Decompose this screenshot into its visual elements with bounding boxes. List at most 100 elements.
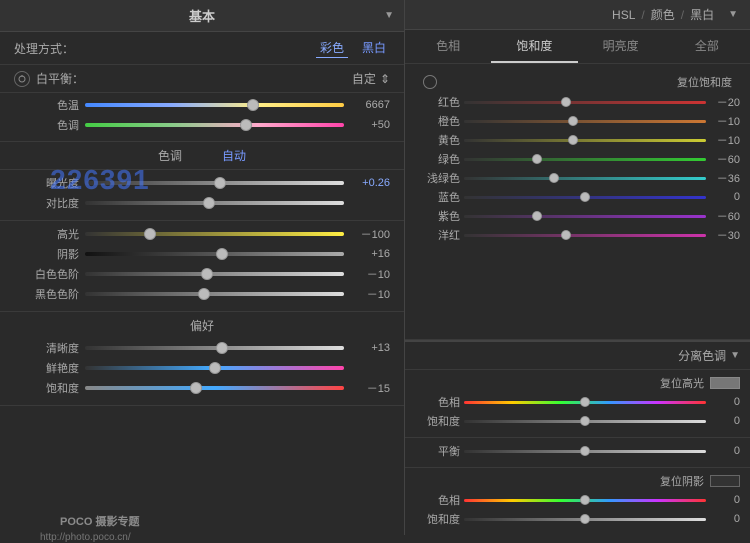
hsl-row-green: 绿色 －60 (415, 151, 740, 167)
split-header: 分离色调 ▼ (405, 342, 750, 370)
right-panel-header: HSL / 颜色 / 黑白 ▼ (405, 0, 750, 30)
highlight-sat-value: 0 (710, 415, 740, 427)
tab-luminance[interactable]: 明亮度 (578, 30, 664, 63)
hsl-slider-red[interactable] (464, 95, 706, 109)
white-slider[interactable] (85, 266, 344, 282)
hsl-label-red: 红色 (415, 94, 460, 110)
hsl-slider-green[interactable] (464, 152, 706, 166)
white-row: 白色色阶 －10 (14, 266, 390, 282)
shadow-slider[interactable] (85, 246, 344, 262)
prefer-section: 偏好 清晰度 +13 鲜艳度 饱和度 －15 (0, 312, 404, 406)
bw-label[interactable]: 黑白 (690, 6, 714, 23)
hsl-value-blue: 0 (710, 191, 740, 203)
hsl-row-purple: 紫色 －60 (415, 208, 740, 224)
process-bw[interactable]: 黑白 (358, 38, 390, 58)
contrast-slider[interactable] (85, 195, 344, 211)
shadow-sat-row: 饱和度 0 (415, 511, 740, 527)
shadow-split-title: 复位阴影 (660, 473, 704, 489)
hsl-slider-blue[interactable] (464, 190, 706, 204)
temp-row: 色温 6667 (14, 97, 390, 113)
tab-saturation[interactable]: 饱和度 (491, 30, 577, 63)
balance-row: 平衡 0 (415, 443, 740, 459)
black-slider[interactable] (85, 286, 344, 302)
hsl-row-aqua: 浅绿色 －36 (415, 170, 740, 186)
auto-button[interactable]: 自动 (222, 147, 246, 164)
color-label[interactable]: 颜色 (651, 6, 675, 23)
saturation-slider[interactable] (85, 380, 344, 396)
tab-all[interactable]: 全部 (664, 30, 750, 63)
wb-label: 白平衡： (36, 70, 84, 87)
exposure-slider[interactable] (85, 175, 344, 191)
tone-header: 色调 自动 (0, 141, 404, 170)
shadow-value: +16 (350, 248, 390, 260)
shadow-row: 阴影 +16 (14, 246, 390, 262)
shadow-sat-slider[interactable] (464, 512, 706, 526)
tint-label: 色调 (14, 117, 79, 133)
clarity-label: 清晰度 (14, 340, 79, 356)
vibrance-slider[interactable] (85, 360, 344, 376)
sep2: / (681, 8, 684, 22)
hsl-section-title: 复位饱和度 (677, 74, 732, 90)
balance-value: 0 (710, 445, 740, 457)
highlight-hue-slider[interactable] (464, 395, 706, 409)
hsl-label-green: 绿色 (415, 151, 460, 167)
temp-slider[interactable] (85, 97, 344, 113)
highlight-split-title: 复位高光 (660, 375, 704, 391)
hsl-row-orange: 橙色 －10 (415, 113, 740, 129)
watermark-url: http://photo.poco.cn/ (40, 532, 131, 543)
left-panel-arrow[interactable]: ▼ (384, 10, 394, 21)
highlight-row: 高光 －100 (14, 226, 390, 242)
wb-symbol[interactable]: ⇕ (380, 72, 390, 86)
shadow-split-header: 复位阴影 (415, 473, 740, 489)
tint-slider[interactable] (85, 117, 344, 133)
highlight-hue-row: 色相 0 (415, 394, 740, 410)
temp-section: 色温 6667 色调 +50 (0, 93, 404, 141)
hsl-label-yellow: 黄色 (415, 132, 460, 148)
hsl-slider-orange[interactable] (464, 114, 706, 128)
hsl-slider-magenta[interactable] (464, 228, 706, 242)
wb-icon[interactable] (14, 71, 30, 87)
process-options: 彩色 黑白 (316, 38, 390, 58)
hsl-label-orange: 橙色 (415, 113, 460, 129)
wb-row: 白平衡： 自定 ⇕ (0, 65, 404, 93)
highlight-split-header: 复位高光 (415, 375, 740, 391)
balance-section: 平衡 0 (405, 438, 750, 468)
process-row: 处理方式： 彩色 黑白 (0, 32, 404, 65)
saturation-row: 饱和度 －15 (14, 380, 390, 396)
highlight-sat-slider[interactable] (464, 414, 706, 428)
process-color[interactable]: 彩色 (316, 38, 348, 58)
hsl-value-yellow: －10 (710, 132, 740, 148)
hs-section: 高光 －100 阴影 +16 白色色阶 －10 黑色色阶 (0, 220, 404, 312)
wb-value-text: 自定 (352, 70, 376, 87)
hsl-slider-purple[interactable] (464, 209, 706, 223)
hsl-row-blue: 蓝色 0 (415, 189, 740, 205)
clarity-slider[interactable] (85, 340, 344, 356)
saturation-label: 饱和度 (14, 380, 79, 396)
highlight-swatch (710, 377, 740, 389)
right-panel-arrow[interactable]: ▼ (728, 9, 738, 20)
temp-label: 色温 (14, 97, 79, 113)
tab-hue[interactable]: 色相 (405, 30, 491, 63)
black-value: －10 (350, 286, 390, 302)
highlight-sat-label: 饱和度 (415, 413, 460, 429)
balance-slider[interactable] (464, 444, 706, 458)
exposure-section: 曝光度 +0.26 对比度 226391 (0, 170, 404, 220)
shadow-split-section: 复位阴影 色相 0 饱和度 0 (405, 468, 750, 535)
contrast-label: 对比度 (14, 195, 79, 211)
highlight-split-section: 复位高光 色相 0 饱和度 0 (405, 370, 750, 438)
black-row: 黑色色阶 －10 (14, 286, 390, 302)
shadow-hue-slider[interactable] (464, 493, 706, 507)
highlight-hue-value: 0 (710, 396, 740, 408)
wb-value: 自定 ⇕ (352, 70, 390, 87)
split-arrow[interactable]: ▼ (730, 350, 740, 361)
hsl-label-magenta: 洋红 (415, 227, 460, 243)
hsl-slider-aqua[interactable] (464, 171, 706, 185)
saturation-value: －15 (350, 380, 390, 396)
hsl-slider-yellow[interactable] (464, 133, 706, 147)
watermark-area: POCO 摄影专题 http://photo.poco.cn/ (0, 406, 404, 535)
highlight-slider[interactable] (85, 226, 344, 242)
white-label: 白色色阶 (14, 266, 79, 282)
shadow-hue-label: 色相 (415, 492, 460, 508)
hsl-label-purple: 紫色 (415, 208, 460, 224)
hsl-label: HSL (612, 8, 635, 22)
